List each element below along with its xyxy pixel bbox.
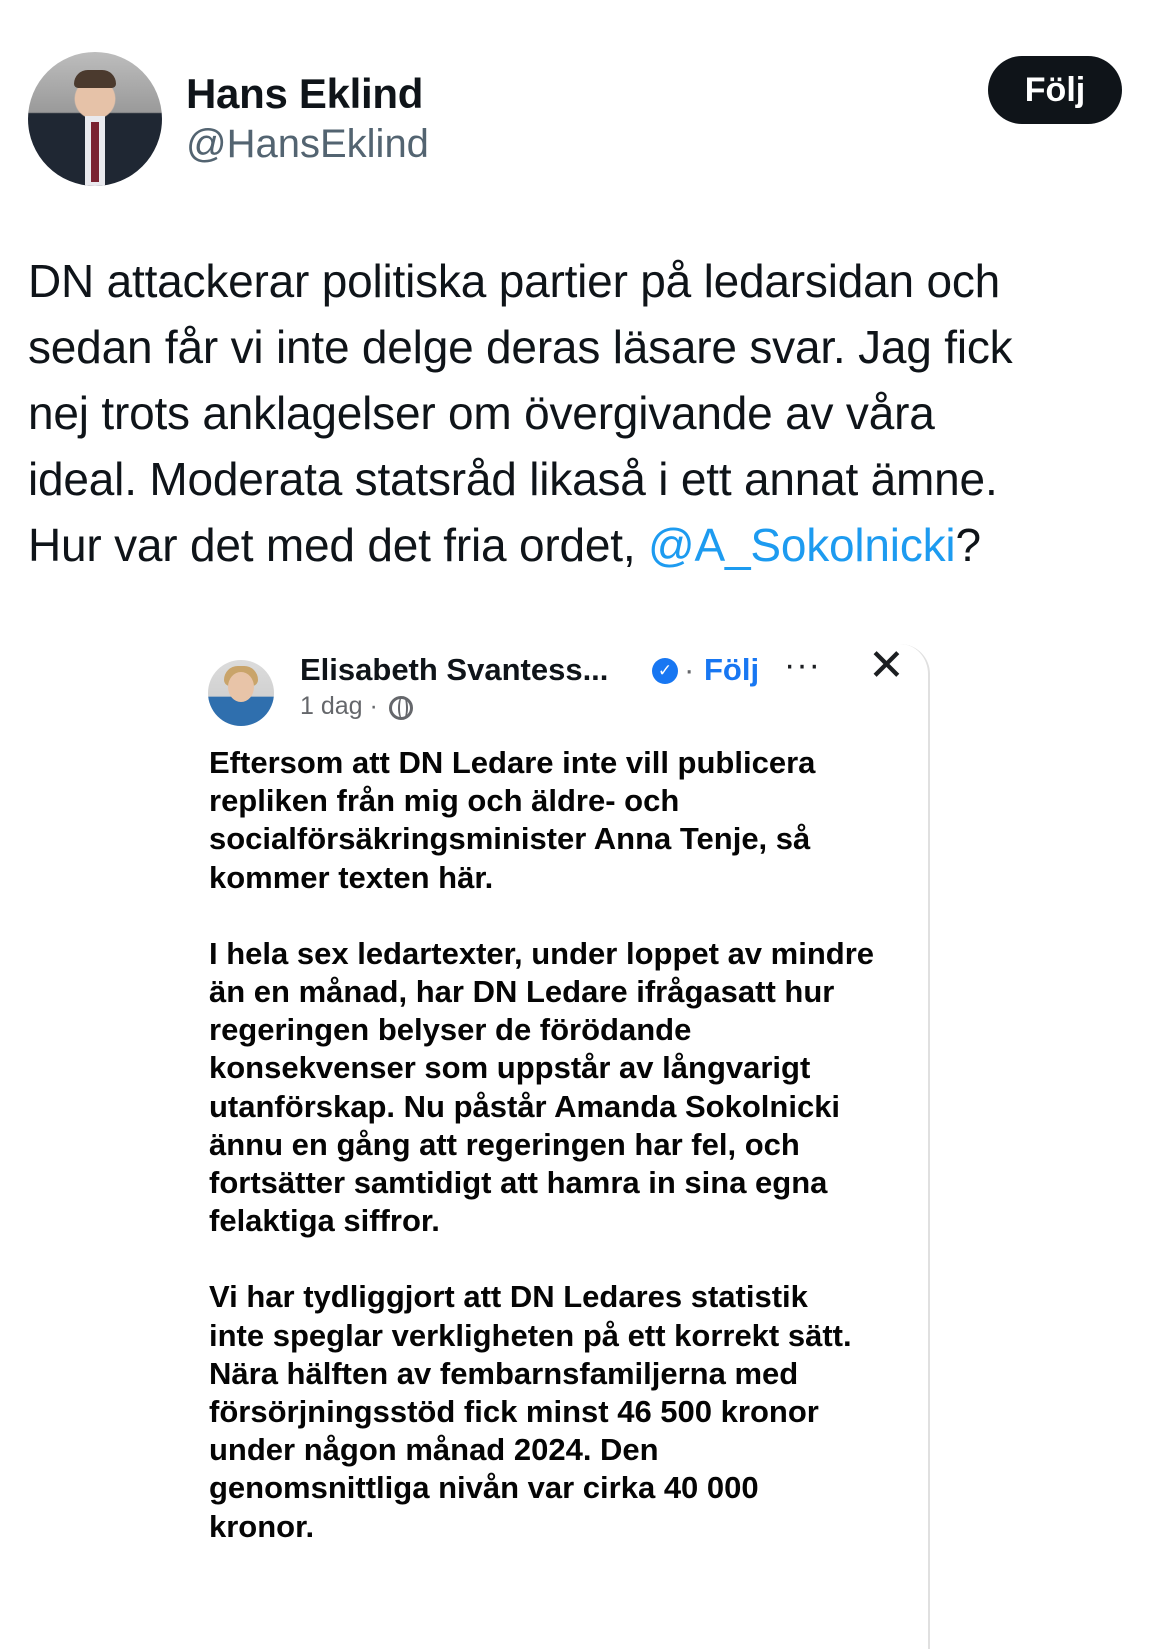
tweet-text-segment: Hur var det med det fria ordet,	[28, 519, 648, 571]
avatar-hair	[74, 70, 116, 88]
tweet-text-line: DN attackerar politiska partier på ledar…	[28, 255, 1001, 307]
post-paragraph: I hela sex ledartexter, under loppet av …	[209, 935, 928, 1241]
follow-button[interactable]: Följ	[988, 56, 1122, 124]
post-line: än en månad, har DN Ledare ifrågasatt hu…	[209, 974, 835, 1010]
post-author-avatar	[208, 660, 274, 726]
tweet-text: DN attackerar politiska partier på ledar…	[28, 248, 1148, 578]
post-line: inte speglar verkligheten på ett korrekt…	[209, 1317, 852, 1353]
post-line: felaktiga siffror.	[209, 1203, 440, 1239]
post-paragraph: Eftersom att DN Ledare inte vill publice…	[209, 744, 928, 897]
tweet-text-line: ideal. Moderata statsråd likaså i ett an…	[28, 453, 998, 505]
tweet-header: Hans Eklind @HansEklind Följ	[28, 52, 1142, 188]
author-name[interactable]: Hans Eklind	[186, 70, 423, 118]
post-line: repliken från mig och äldre- och	[209, 783, 680, 819]
post-line: kommer texten här.	[209, 859, 494, 895]
mention-link[interactable]: @A_Sokolnicki	[648, 519, 956, 571]
separator-dot: ·	[684, 652, 695, 687]
verified-check-icon: ✓	[652, 658, 678, 684]
post-line: försörjningsstöd fick minst 46 500 krono…	[209, 1394, 819, 1430]
tweet-text-last-line: Hur var det med det fria ordet, @A_Sokol…	[28, 512, 1148, 578]
post-line: regeringen belyser de förödande	[209, 1012, 692, 1048]
tweet-text-line: nej trots anklagelser om övergivande av …	[28, 387, 935, 439]
tweet-text-segment: ?	[955, 519, 981, 571]
post-line: under någon månad 2024. Den	[209, 1432, 659, 1468]
author-handle[interactable]: @HansEklind	[186, 122, 429, 167]
post-line: fortsätter samtidigt att hamra in sina e…	[209, 1165, 828, 1201]
post-line: socialförsäkringsminister Anna Tenje, så	[209, 821, 811, 857]
embedded-post-screenshot[interactable]: Elisabeth Svantess... ✓ · Följ ··· ✕ 1 d…	[188, 644, 930, 1649]
post-follow-link: Följ	[704, 652, 760, 687]
post-line: I hela sex ledartexter, under loppet av …	[209, 935, 875, 971]
post-line: Vi har tydliggjort att DN Ledares statis…	[209, 1279, 808, 1315]
post-paragraph: Vi har tydliggjort att DN Ledares statis…	[209, 1278, 928, 1545]
more-options-icon: ···	[784, 646, 821, 684]
post-line: konsekvenser som uppstår av långvarigt	[209, 1050, 811, 1086]
post-line: kronor.	[209, 1508, 315, 1544]
post-line: ännu en gång att regeringen har fel, och	[209, 1126, 800, 1162]
tweet-text-line: sedan får vi inte delge deras läsare sva…	[28, 321, 1013, 373]
avatar-face	[228, 672, 254, 702]
post-line: genomsnittliga nivån var cirka 40 000	[209, 1470, 759, 1506]
post-timestamp: 1 dag ·	[300, 692, 378, 720]
post-line: Eftersom att DN Ledare inte vill publice…	[209, 745, 816, 780]
post-line: utanförskap. Nu påstår Amanda Sokolnicki	[209, 1088, 841, 1124]
close-icon: ✕	[868, 644, 905, 690]
post-line: Nära hälften av fembarnsfamiljerna med	[209, 1355, 799, 1391]
globe-icon	[389, 696, 413, 720]
avatar-tie	[91, 122, 99, 182]
post-author-name: Elisabeth Svantess...	[300, 652, 609, 687]
author-avatar[interactable]	[28, 52, 162, 186]
post-body: Eftersom att DN Ledare inte vill publice…	[209, 744, 928, 1584]
